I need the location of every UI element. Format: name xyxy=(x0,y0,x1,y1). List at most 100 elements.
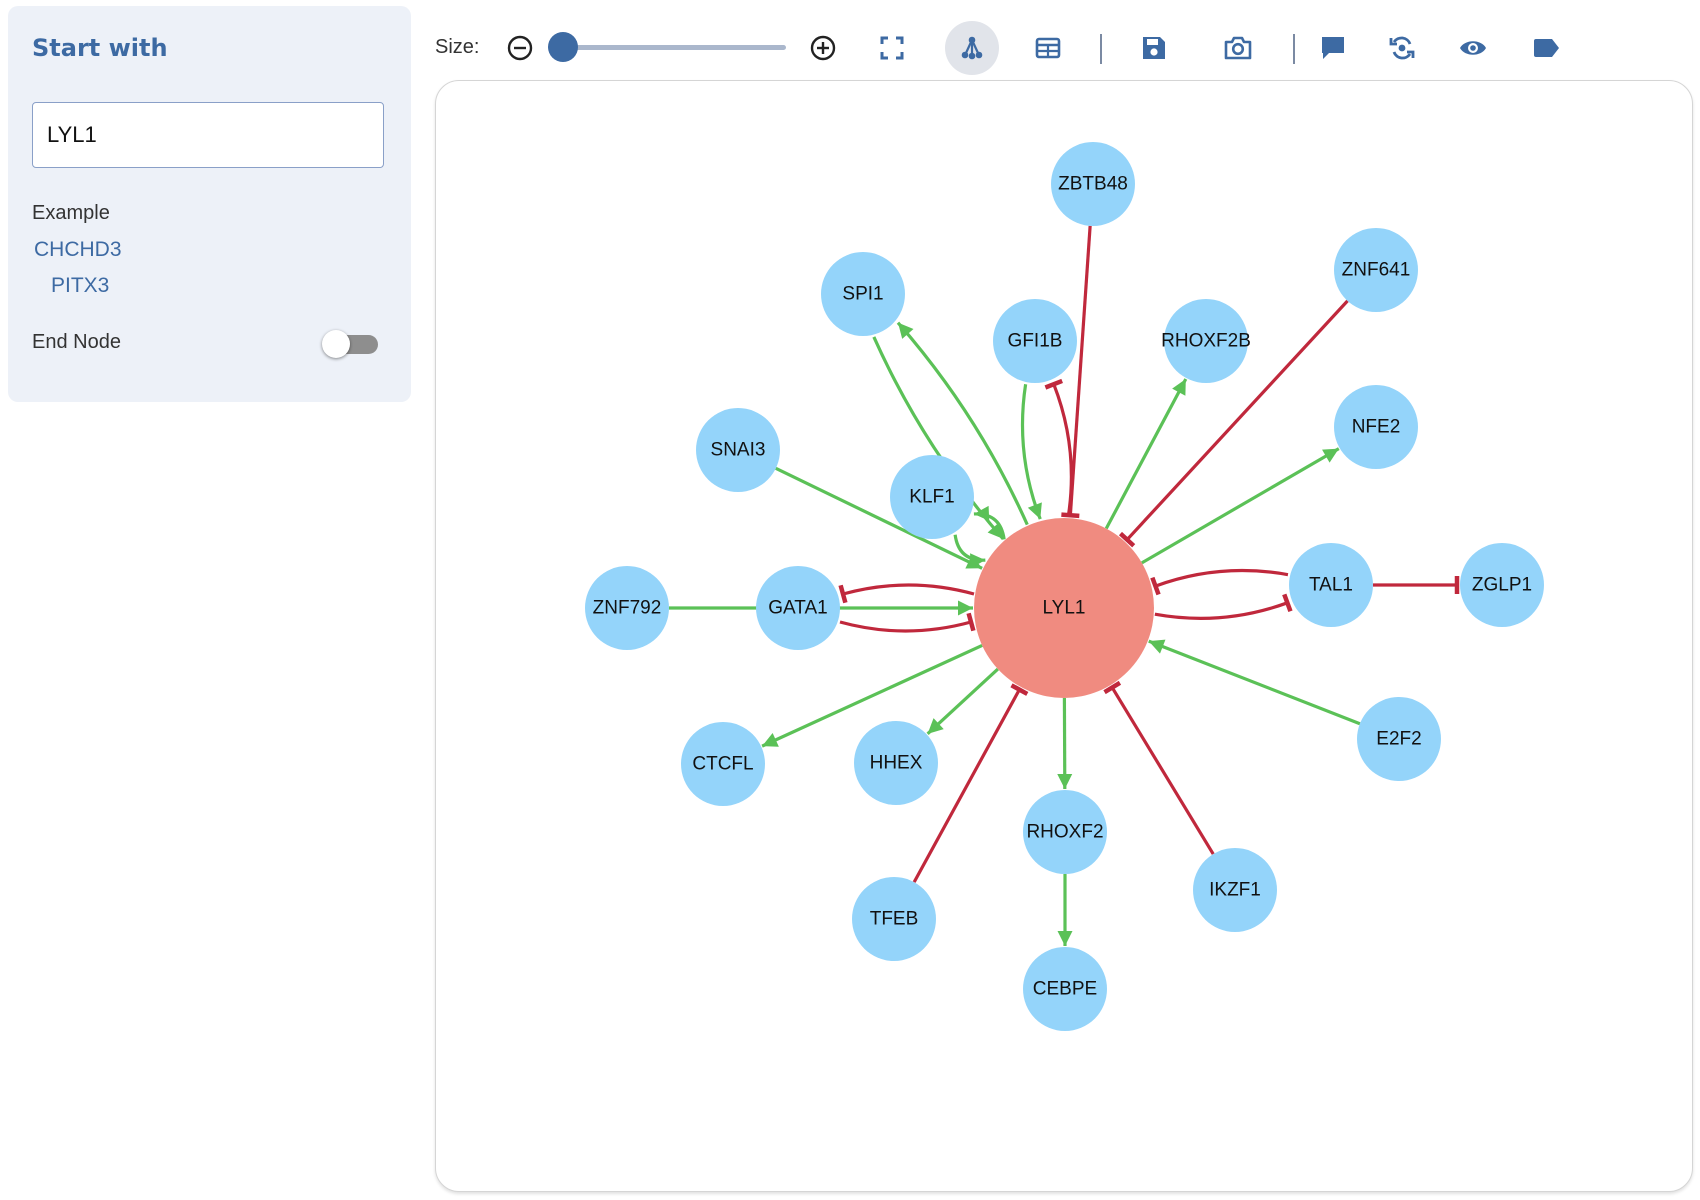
edge-e2f2-lyl1[interactable] xyxy=(1148,639,1361,726)
slider-rail xyxy=(548,45,786,50)
node-znf792[interactable]: ZNF792 xyxy=(585,566,669,650)
node-rhoxf2b[interactable]: RHOXF2B xyxy=(1161,299,1251,383)
node-gfi1b[interactable]: GFI1B xyxy=(993,299,1077,383)
node-label: CTCFL xyxy=(692,754,753,775)
comment-button[interactable] xyxy=(1313,28,1353,68)
edge-lyl1-tal1[interactable] xyxy=(1154,593,1293,620)
node-cebpe[interactable]: CEBPE xyxy=(1023,947,1107,1031)
edge-gata1-lyl1-tbar xyxy=(966,612,976,632)
network-layout-icon xyxy=(961,36,983,60)
node-label: SPI1 xyxy=(842,284,883,305)
example-link-chchd3[interactable]: CHCHD3 xyxy=(34,238,122,262)
node-nfe2[interactable]: NFE2 xyxy=(1334,385,1418,469)
visibility-button[interactable] xyxy=(1453,28,1493,68)
node-zbtb48[interactable]: ZBTB48 xyxy=(1051,142,1135,226)
edge-zbtb48-lyl1[interactable] xyxy=(1061,225,1092,519)
node-zglp1[interactable]: ZGLP1 xyxy=(1460,543,1544,627)
edge-lyl1-rhoxf2[interactable] xyxy=(1057,697,1073,790)
eye-icon xyxy=(1460,41,1486,55)
camera-icon xyxy=(1224,36,1252,60)
fullscreen-icon xyxy=(880,36,904,60)
node-hhex[interactable]: HHEX xyxy=(854,721,938,805)
node-label: TFEB xyxy=(870,909,919,930)
screenshot-button[interactable] xyxy=(1218,28,1258,68)
edge-lyl1-nfe2-line xyxy=(1141,447,1340,565)
slider-thumb[interactable] xyxy=(548,32,578,62)
node-label: NFE2 xyxy=(1352,417,1401,438)
zoom-out-button[interactable] xyxy=(500,28,540,68)
edge-lyl1-hhex[interactable] xyxy=(926,667,999,736)
node-tfeb[interactable]: TFEB xyxy=(852,877,936,961)
network-view-button[interactable] xyxy=(945,21,999,75)
node-znf641[interactable]: ZNF641 xyxy=(1334,228,1418,312)
edge-ikzf1-lyl1[interactable] xyxy=(1103,680,1215,855)
edge-lyl1-gata1-tbar xyxy=(838,584,848,604)
start-gene-input[interactable]: LYL1 xyxy=(32,102,384,168)
edge-e2f2-lyl1-line xyxy=(1148,639,1361,726)
edge-lyl1-gfi1b-tbar xyxy=(1044,378,1063,390)
node-label: HHEX xyxy=(870,753,923,774)
node-lyl1[interactable]: LYL1 xyxy=(974,518,1154,698)
edge-tal1-lyl1[interactable] xyxy=(1150,568,1289,596)
node-label: ZGLP1 xyxy=(1472,575,1532,596)
edge-gfi1b-lyl1[interactable] xyxy=(1020,384,1042,520)
node-label: GFI1B xyxy=(1008,331,1063,352)
comment-icon xyxy=(1322,37,1344,59)
label-button[interactable] xyxy=(1526,28,1566,68)
example-link-pitx3[interactable]: PITX3 xyxy=(51,274,109,298)
node-gata1[interactable]: GATA1 xyxy=(756,566,840,650)
node-label: IKZF1 xyxy=(1209,880,1261,901)
table-view-button[interactable] xyxy=(1028,28,1068,68)
network-canvas[interactable]: LYL1 ZBTB48 ZNF641 SPI1 GFI1B RHOXF2B NFE2 SNAI… xyxy=(435,80,1693,1192)
node-e2f2[interactable]: E2F2 xyxy=(1357,697,1441,781)
node-ctcfl[interactable]: CTCFL xyxy=(681,722,765,806)
node-tal1[interactable]: TAL1 xyxy=(1289,543,1373,627)
save-icon xyxy=(1143,37,1165,59)
edge-rhoxf2-cebpe-arrowhead xyxy=(1057,931,1073,946)
edge-zbtb48-lyl1-tbar xyxy=(1061,512,1080,519)
zoom-in-icon xyxy=(810,35,836,61)
example-label: Example xyxy=(32,202,110,224)
edge-lyl1-rhoxf2b-line xyxy=(1104,378,1188,530)
node-ikzf1[interactable]: IKZF1 xyxy=(1193,848,1277,932)
node-label: RHOXF2 xyxy=(1026,822,1103,843)
label-icon xyxy=(1534,39,1559,57)
size-slider[interactable] xyxy=(548,32,786,62)
edge-gata1-lyl1[interactable] xyxy=(839,612,976,633)
node-label: KLF1 xyxy=(909,487,954,508)
refresh-button[interactable] xyxy=(1382,28,1422,68)
edge-tal1-zglp1[interactable] xyxy=(1373,576,1460,594)
panel-title: Start with xyxy=(32,34,168,62)
node-label: TAL1 xyxy=(1309,575,1353,596)
node-snai3[interactable]: SNAI3 xyxy=(696,408,780,492)
edge-ikzf1-lyl1-line xyxy=(1110,686,1215,855)
edge-lyl1-rhoxf2b[interactable] xyxy=(1104,378,1188,530)
node-spi1[interactable]: SPI1 xyxy=(821,252,905,336)
node-rhoxf2[interactable]: RHOXF2 xyxy=(1023,790,1107,874)
node-label: ZNF792 xyxy=(593,598,662,619)
edge-gata1-lyl1-line xyxy=(839,620,972,633)
edge-lyl1-rhoxf2-arrowhead xyxy=(1057,773,1073,790)
edge-lyl1-gfi1b-line xyxy=(1052,383,1073,518)
size-label: Size: xyxy=(435,36,480,58)
edge-lyl1-tal1-line xyxy=(1154,601,1288,620)
save-button[interactable] xyxy=(1134,28,1174,68)
zoom-in-button[interactable] xyxy=(803,28,843,68)
toolbar-divider xyxy=(1100,34,1102,64)
node-label: ZNF641 xyxy=(1342,260,1411,281)
fit-screen-button[interactable] xyxy=(872,28,912,68)
edge-tal1-lyl1-tbar xyxy=(1150,576,1161,596)
network-graph[interactable]: LYL1 ZBTB48 ZNF641 SPI1 GFI1B RHOXF2B NFE2 SNAI… xyxy=(436,81,1693,1192)
edge-zbtb48-lyl1-line xyxy=(1068,225,1092,516)
node-klf1[interactable]: KLF1 xyxy=(890,455,974,539)
toggle-knob xyxy=(322,330,350,358)
end-node-toggle[interactable] xyxy=(322,330,378,358)
edge-rhoxf2-cebpe[interactable] xyxy=(1057,874,1073,946)
edge-lyl1-gata1[interactable] xyxy=(838,583,975,604)
node-label: E2F2 xyxy=(1376,729,1421,750)
edge-tal1-lyl1-line xyxy=(1154,568,1289,588)
node-label: SNAI3 xyxy=(711,440,766,461)
edge-lyl1-gfi1b[interactable] xyxy=(1044,378,1073,518)
edge-lyl1-nfe2[interactable] xyxy=(1141,447,1340,565)
node-label: LYL1 xyxy=(1043,598,1086,619)
